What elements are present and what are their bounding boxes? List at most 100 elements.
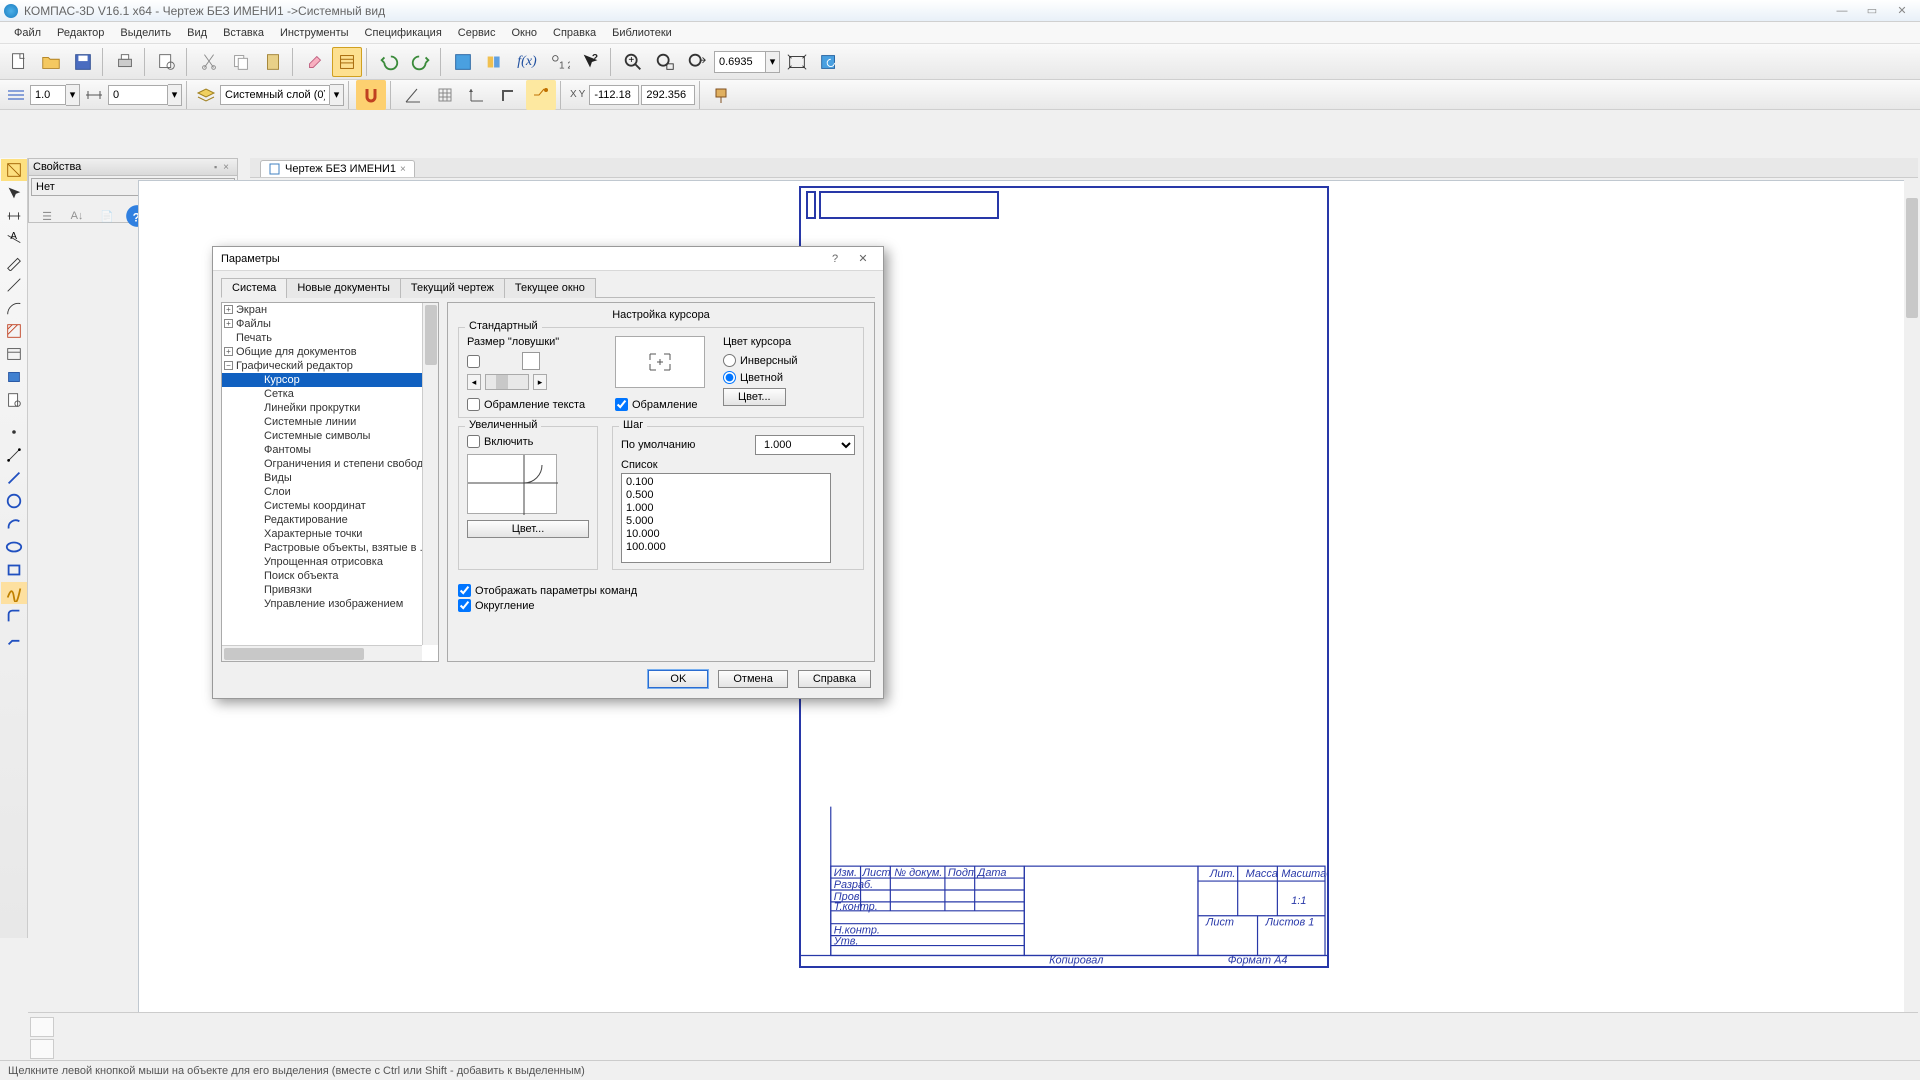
tree-syslines[interactable]: Системные линии — [222, 415, 438, 429]
tree-grid[interactable]: Сетка — [222, 387, 438, 401]
tool-hatch-icon[interactable] — [1, 320, 27, 342]
refresh-button[interactable] — [814, 47, 844, 77]
menu-view[interactable]: Вид — [179, 25, 215, 41]
list-item[interactable]: 1.000 — [626, 502, 826, 515]
chevron-down-icon[interactable]: ▾ — [66, 84, 80, 106]
close-button[interactable]: ✕ — [1888, 2, 1916, 20]
chevron-down-icon[interactable]: ▾ — [168, 84, 182, 106]
layer-icon[interactable] — [194, 83, 218, 107]
tool-table-icon[interactable] — [1, 343, 27, 365]
manager-button[interactable] — [448, 47, 478, 77]
tree-scrollbar-v[interactable] — [422, 303, 438, 645]
angle-snap-button[interactable] — [398, 80, 428, 110]
zoom-combo[interactable]: ▾ — [714, 51, 780, 73]
list-item[interactable]: 0.500 — [626, 489, 826, 502]
tool-point-icon[interactable] — [1, 421, 27, 443]
bottom-tool-1[interactable] — [30, 1017, 54, 1037]
tool-arrow-icon[interactable] — [1, 182, 27, 204]
variables-button[interactable]: f(x) — [512, 47, 542, 77]
tree-snaps[interactable]: Привязки — [222, 583, 438, 597]
minimize-button[interactable]: — — [1828, 2, 1856, 20]
help-button[interactable]: Справка — [798, 670, 871, 688]
ok-button[interactable]: OK — [648, 670, 708, 688]
layer-combo[interactable]: ▾ — [220, 84, 344, 106]
tree-syssymbols[interactable]: Системные символы — [222, 429, 438, 443]
tree-files[interactable]: +Файлы — [222, 317, 438, 331]
ortho-button[interactable] — [494, 80, 524, 110]
close-button[interactable]: ✕ — [851, 250, 875, 268]
tree-screen[interactable]: +Экран — [222, 303, 438, 317]
menu-insert[interactable]: Вставка — [215, 25, 272, 41]
tree-scrollbars[interactable]: Линейки прокрутки — [222, 401, 438, 415]
preview-button[interactable] — [152, 47, 182, 77]
trap-checkbox[interactable] — [467, 355, 480, 368]
print-button[interactable] — [110, 47, 140, 77]
undo-button[interactable] — [374, 47, 404, 77]
tree-layers[interactable]: Слои — [222, 485, 438, 499]
tree-print[interactable]: Печать — [222, 331, 438, 345]
tree-cursor[interactable]: Курсор — [222, 373, 438, 387]
coord-x-input[interactable] — [589, 85, 639, 105]
tool-line-icon[interactable] — [1, 274, 27, 296]
framing-text-checkbox[interactable]: Обрамление текста — [467, 398, 597, 411]
tree-image-mgmt[interactable]: Управление изображением — [222, 597, 438, 611]
tool-fillet-icon[interactable] — [1, 605, 27, 627]
close-icon[interactable]: × — [400, 164, 406, 175]
tool-arc-icon[interactable] — [1, 297, 27, 319]
cursor-color-button[interactable]: Цвет... — [723, 388, 786, 406]
weight-input[interactable] — [30, 85, 66, 105]
chevron-down-icon[interactable]: ▾ — [766, 51, 780, 73]
tool-dims-icon[interactable] — [1, 205, 27, 227]
bottom-tool-2[interactable] — [30, 1039, 54, 1059]
style-input[interactable] — [108, 85, 168, 105]
prop-ico-2[interactable]: A↓ — [63, 202, 91, 230]
chevron-down-icon[interactable]: ▾ — [330, 84, 344, 106]
tool-circle-icon[interactable] — [1, 490, 27, 512]
tree-charpoints[interactable]: Характерные точки — [222, 527, 438, 541]
whatsthis-button[interactable]: ? — [576, 47, 606, 77]
rounding-button[interactable] — [526, 80, 556, 110]
tab-new-docs[interactable]: Новые документы — [286, 278, 401, 298]
tree-raster[interactable]: Растровые объекты, взятые в ... — [222, 541, 438, 555]
menu-file[interactable]: Файл — [6, 25, 49, 41]
redo-button[interactable] — [406, 47, 436, 77]
new-button[interactable] — [4, 47, 34, 77]
zoom-in-button[interactable]: + — [618, 47, 648, 77]
step-listbox[interactable]: 0.100 0.500 1.000 5.000 10.000 100.000 — [621, 473, 831, 563]
menu-help[interactable]: Справка — [545, 25, 604, 41]
menu-tools[interactable]: Инструменты — [272, 25, 357, 41]
prop-ico-3[interactable]: 📄 — [93, 202, 121, 230]
close-icon[interactable]: × — [219, 162, 233, 173]
prop-ico-1[interactable]: ☰ — [33, 202, 61, 230]
tree-common[interactable]: +Общие для документов — [222, 345, 438, 359]
settings-tree[interactable]: +Экран +Файлы Печать +Общие для документ… — [221, 302, 439, 662]
arrow-right-icon[interactable]: ▸ — [533, 374, 547, 390]
cut-button[interactable] — [194, 47, 224, 77]
tool-spline-icon[interactable] — [1, 582, 27, 604]
tree-search[interactable]: Поиск объекта — [222, 569, 438, 583]
enable-enlarged-checkbox[interactable]: Включить — [467, 435, 589, 448]
tool-geometry-icon[interactable] — [1, 159, 27, 181]
menu-window[interactable]: Окно — [503, 25, 545, 41]
eraser-button[interactable] — [300, 47, 330, 77]
dim-style-button[interactable] — [82, 83, 106, 107]
tree-editing[interactable]: Редактирование — [222, 513, 438, 527]
properties-button[interactable] — [332, 47, 362, 77]
paste-button[interactable] — [258, 47, 288, 77]
cancel-button[interactable]: Отмена — [718, 670, 787, 688]
copy-button[interactable] — [226, 47, 256, 77]
tool-ellipse-icon[interactable] — [1, 536, 27, 558]
zoom-value[interactable] — [714, 51, 766, 73]
zoom-dynamic-button[interactable] — [682, 47, 712, 77]
save-button[interactable] — [68, 47, 98, 77]
tree-views[interactable]: Виды — [222, 471, 438, 485]
tree-graphic-editor[interactable]: −Графический редактор — [222, 359, 438, 373]
help-button[interactable]: ? — [823, 250, 847, 268]
line-style-button[interactable] — [4, 83, 28, 107]
tab-system[interactable]: Система — [221, 278, 287, 298]
tool-edit-icon[interactable] — [1, 251, 27, 273]
tool-text-icon[interactable]: A — [1, 228, 27, 250]
weight-combo[interactable]: ▾ — [30, 84, 80, 106]
list-item[interactable]: 100.000 — [626, 541, 826, 554]
dialog-titlebar[interactable]: Параметры ? ✕ — [213, 247, 883, 271]
